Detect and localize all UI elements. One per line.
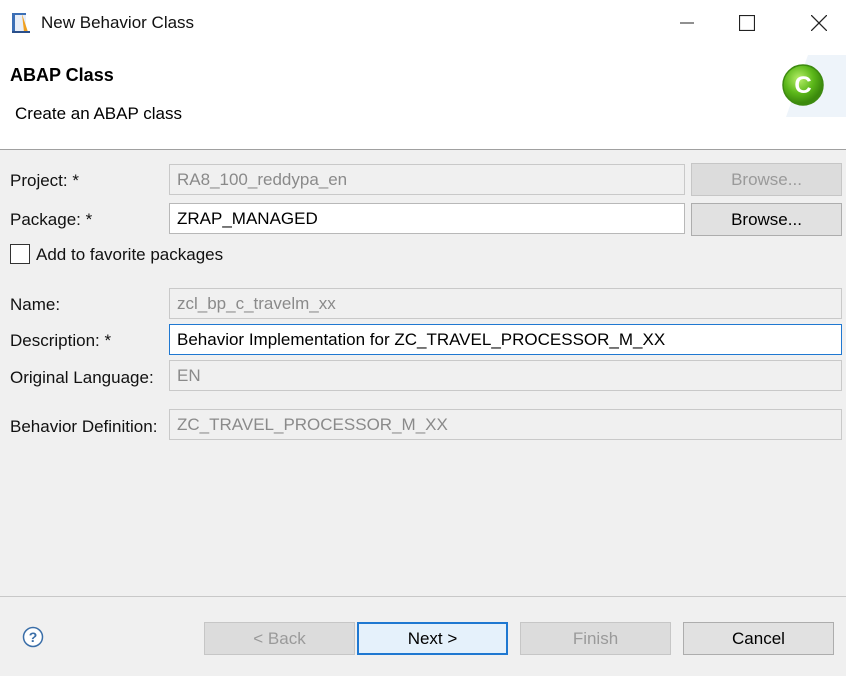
cancel-button[interactable]: Cancel <box>683 622 834 655</box>
original-language-label: Original Language: <box>10 368 154 387</box>
original-language-field: EN <box>169 360 842 391</box>
project-label: Project: * <box>10 171 79 190</box>
footer-separator <box>0 596 846 597</box>
maximize-button[interactable] <box>712 0 782 46</box>
close-button[interactable] <box>784 0 846 46</box>
title-bar: New Behavior Class <box>0 0 846 46</box>
next-button[interactable]: Next > <box>357 622 508 655</box>
favorite-packages-label[interactable]: Add to favorite packages <box>36 245 223 265</box>
project-browse-button: Browse... <box>691 163 842 196</box>
favorite-packages-checkbox[interactable] <box>10 244 30 264</box>
name-label: Name: <box>10 295 61 314</box>
wizard-title: ABAP Class <box>10 65 114 85</box>
behavior-definition-field: ZC_TRAVEL_PROCESSOR_M_XX <box>169 409 842 440</box>
window-title: New Behavior Class <box>41 13 195 32</box>
header-separator <box>0 149 846 150</box>
minimize-icon <box>680 22 694 24</box>
behavior-definition-label: Behavior Definition: <box>10 417 158 436</box>
maximize-icon <box>739 15 755 31</box>
svg-text:C: C <box>794 72 811 99</box>
wizard-header: ABAP Class Create an ABAP class C <box>0 46 846 149</box>
svg-text:?: ? <box>29 629 38 645</box>
finish-button: Finish <box>520 622 671 655</box>
package-label: Package: * <box>10 210 93 229</box>
wizard-description: Create an ABAP class <box>15 104 182 123</box>
description-label: Description: * <box>10 331 112 350</box>
help-icon[interactable]: ? <box>22 626 44 648</box>
package-browse-button[interactable]: Browse... <box>691 203 842 236</box>
close-icon <box>811 15 827 31</box>
abap-class-icon: C <box>782 55 846 117</box>
package-input[interactable]: ZRAP_MANAGED <box>169 203 685 234</box>
back-button: < Back <box>204 622 355 655</box>
eclipse-app-icon <box>12 13 30 33</box>
description-input[interactable]: Behavior Implementation for ZC_TRAVEL_PR… <box>169 324 842 355</box>
project-field: RA8_100_reddypa_en <box>169 164 685 195</box>
name-field: zcl_bp_c_travelm_xx <box>169 288 842 319</box>
